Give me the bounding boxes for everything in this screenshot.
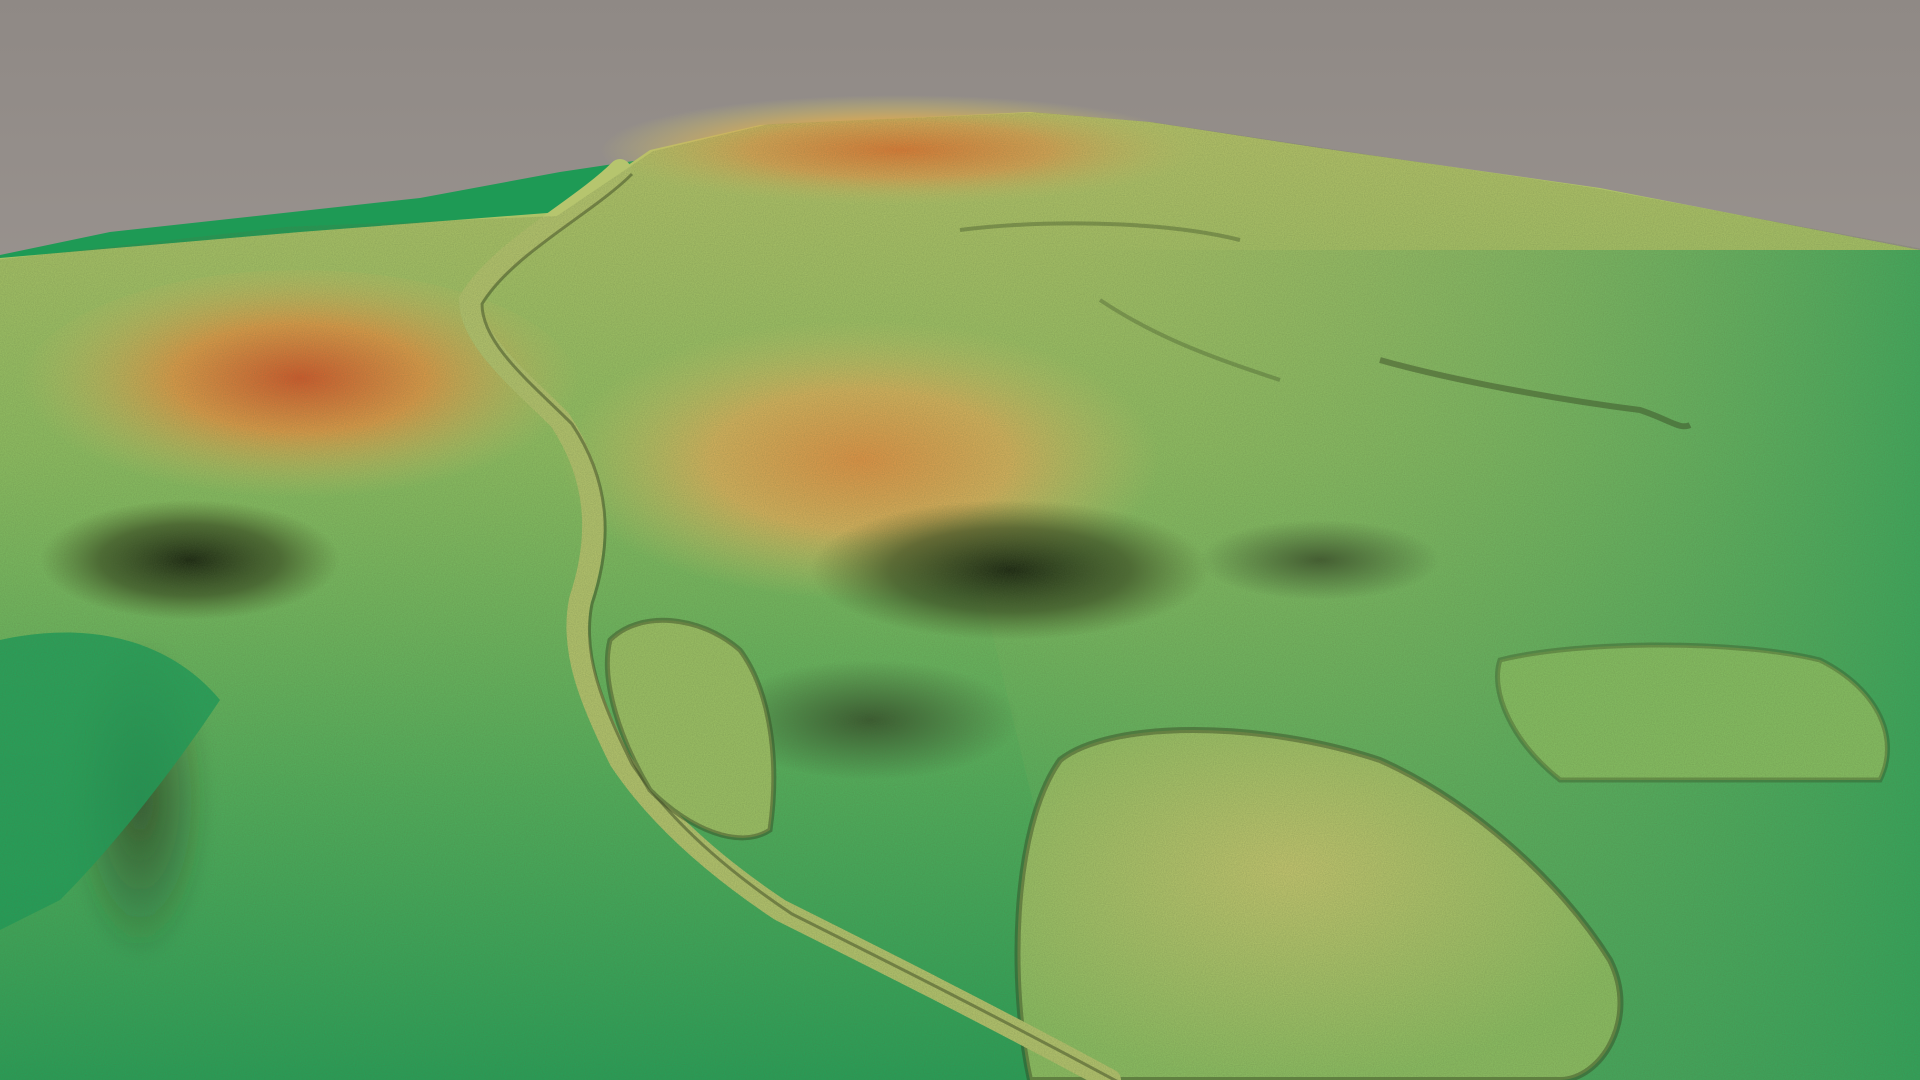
terrain-viewport[interactable] <box>0 0 1920 1080</box>
lidar-terrain-model[interactable] <box>0 0 1920 1080</box>
